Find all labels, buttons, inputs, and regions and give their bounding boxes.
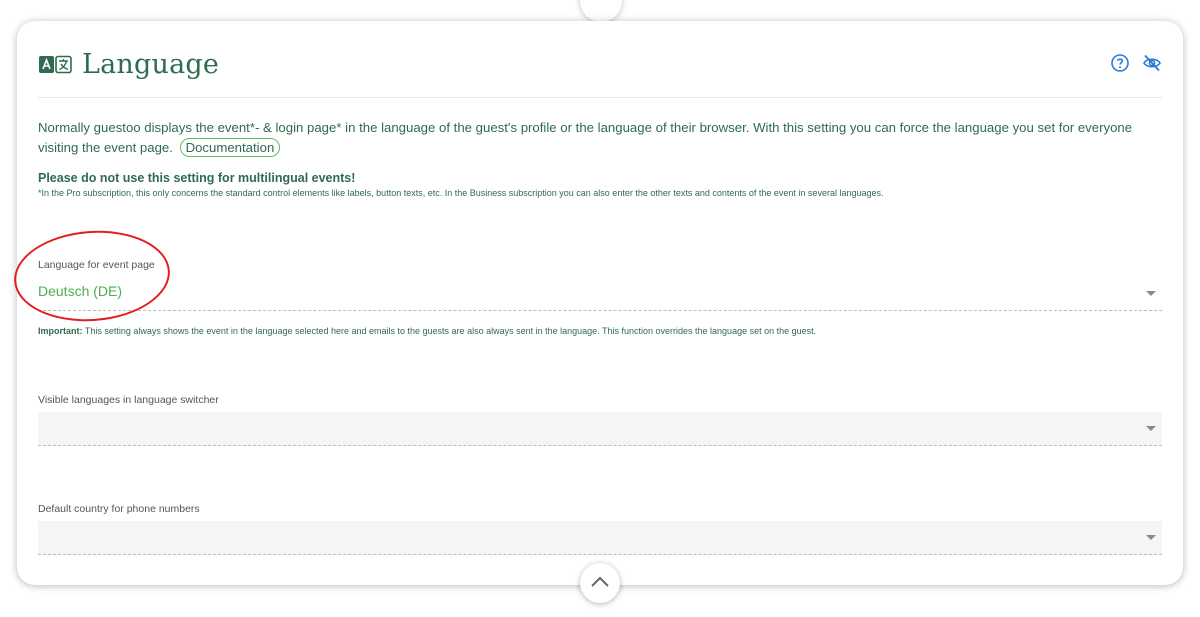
title-wrap: Language	[38, 49, 219, 80]
chevron-down-icon	[1146, 535, 1156, 540]
event-language-select[interactable]: Deutsch (DE)	[38, 276, 1162, 311]
visible-languages-select[interactable]	[38, 412, 1162, 446]
chevron-down-icon	[1146, 291, 1156, 296]
visible-languages-label: Visible languages in language switcher	[38, 394, 219, 406]
warning-title: Please do not use this setting for multi…	[38, 171, 356, 185]
language-icon	[39, 55, 72, 73]
header-icons	[1098, 53, 1162, 73]
event-language-label: Language for event page	[38, 259, 155, 271]
important-prefix: Important:	[38, 326, 83, 336]
page-title: Language	[82, 49, 220, 80]
default-country-label: Default country for phone numbers	[38, 503, 200, 515]
important-text: This setting always shows the event in t…	[82, 326, 817, 336]
default-country-select[interactable]	[38, 521, 1162, 555]
language-settings-card: Language Normally guestoo displays the e…	[11, 21, 1183, 603]
intro-paragraph: Normally guestoo displays the event*- & …	[38, 118, 1163, 158]
chevron-up-icon	[591, 576, 609, 587]
top-handle	[580, 0, 622, 22]
chevron-down-icon	[1146, 426, 1156, 431]
eye-off-icon[interactable]	[1142, 53, 1162, 73]
important-note: Important: This setting always shows the…	[38, 326, 816, 336]
collapse-button[interactable]	[580, 563, 620, 603]
documentation-link[interactable]: Documentation	[179, 138, 281, 157]
card-header: Language	[38, 47, 1162, 98]
event-language-value: Deutsch (DE)	[38, 283, 123, 299]
warning-note: *In the Pro subscription, this only conc…	[38, 188, 884, 198]
help-circle-icon[interactable]	[1110, 53, 1130, 73]
